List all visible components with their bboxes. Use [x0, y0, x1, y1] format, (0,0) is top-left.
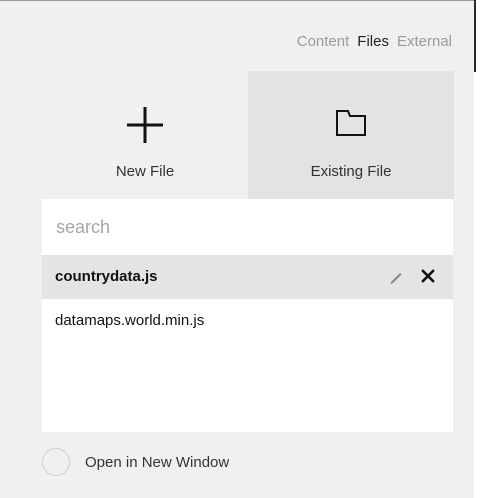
file-name: datamaps.world.min.js	[55, 312, 205, 329]
open-in-new-window-option[interactable]: Open in New Window	[42, 447, 229, 477]
tab-files[interactable]: Files	[357, 33, 389, 50]
plus-icon	[125, 105, 165, 150]
close-icon[interactable]	[420, 268, 436, 289]
file-row[interactable]: countrydata.js	[42, 255, 453, 299]
search-input[interactable]	[42, 199, 453, 255]
file-name: countrydata.js	[55, 268, 158, 285]
radio-button[interactable]	[42, 448, 70, 476]
folder-icon	[331, 105, 371, 144]
tab-external[interactable]: External	[397, 33, 452, 50]
window-edge	[474, 0, 476, 72]
new-file-label: New File	[115, 163, 175, 180]
open-in-new-window-label: Open in New Window	[85, 453, 230, 471]
tab-bar: Content Files External	[297, 33, 452, 50]
tab-content[interactable]: Content	[297, 33, 350, 50]
file-row[interactable]: datamaps.world.min.js	[42, 299, 453, 343]
file-list-box: countrydata.js datamaps.world.min.js	[42, 199, 453, 432]
files-panel: Content Files External New File Existing…	[0, 0, 474, 498]
existing-file-label: Existing File	[310, 163, 392, 180]
pencil-icon[interactable]	[387, 268, 405, 291]
existing-file-button[interactable]: Existing File	[248, 71, 454, 199]
new-file-button[interactable]: New File	[42, 71, 248, 199]
